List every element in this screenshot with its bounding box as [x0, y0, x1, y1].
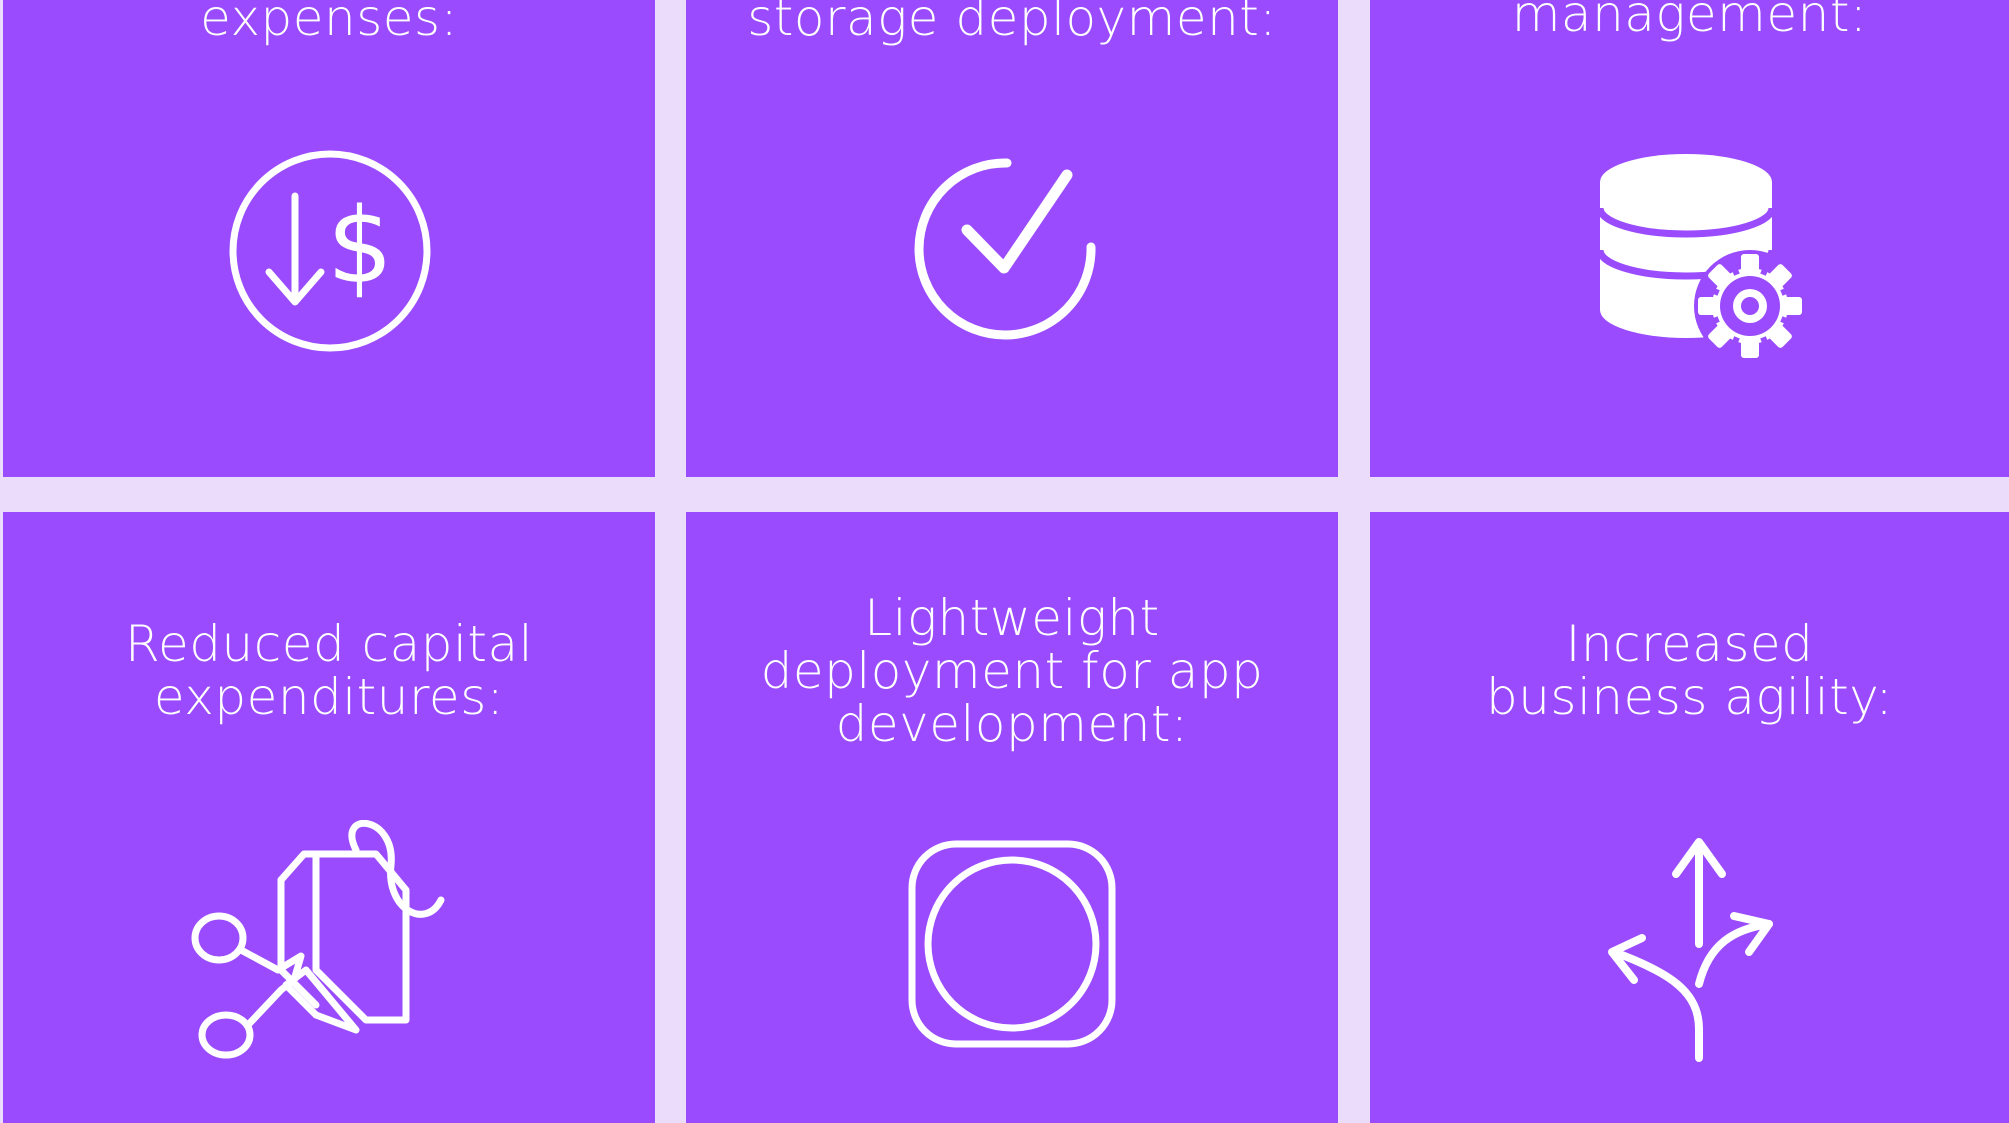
tile-title: expenses: [3, 0, 655, 45]
benefit-tile-storage-deployment: storage deployment: [686, 0, 1338, 477]
tile-title: management: [1370, 0, 2009, 41]
tile-title-line: storage deployment: [747, 0, 1277, 47]
dollar-down-circle-icon: $ [229, 150, 431, 352]
tile-title-line: expenditures: [153, 668, 505, 726]
check-circle-icon [914, 158, 1096, 340]
tile-title-line: development: [835, 695, 1189, 753]
tile-title: Reduced capital expenditures: [3, 618, 655, 724]
rounded-square-circle-icon [908, 840, 1116, 1048]
benefit-tile-reduced-capital-expenditures: Reduced capital expenditures: [3, 512, 655, 1123]
benefit-tile-management: management: [1370, 0, 2009, 477]
tile-title-line: deployment for app [760, 642, 1264, 700]
tile-title-line: Increased [1565, 615, 1814, 673]
benefit-tile-increased-business-agility: Increased business agility: [1370, 512, 2009, 1123]
tile-title-line: business agility: [1485, 668, 1894, 726]
branching-arrows-icon [1608, 838, 1773, 1062]
tile-title: Increased business agility: [1370, 618, 2009, 724]
tile-title-line: management: [1511, 0, 1868, 43]
tile-title-line: expenses: [200, 0, 458, 47]
tile-title-line: Reduced capital [125, 615, 533, 673]
database-gear-icon [1598, 154, 1804, 360]
benefit-tile-lightweight-deployment: Lightweight deployment for app developme… [686, 512, 1338, 1123]
tile-title: Lightweight deployment for app developme… [686, 592, 1338, 751]
benefit-tile-expenses: expenses: $ [3, 0, 655, 477]
svg-text:$: $ [327, 185, 393, 307]
tile-title: storage deployment: [686, 0, 1338, 45]
tile-title-line: Lightweight [864, 589, 1160, 647]
scissors-price-tag-icon [191, 820, 445, 1059]
